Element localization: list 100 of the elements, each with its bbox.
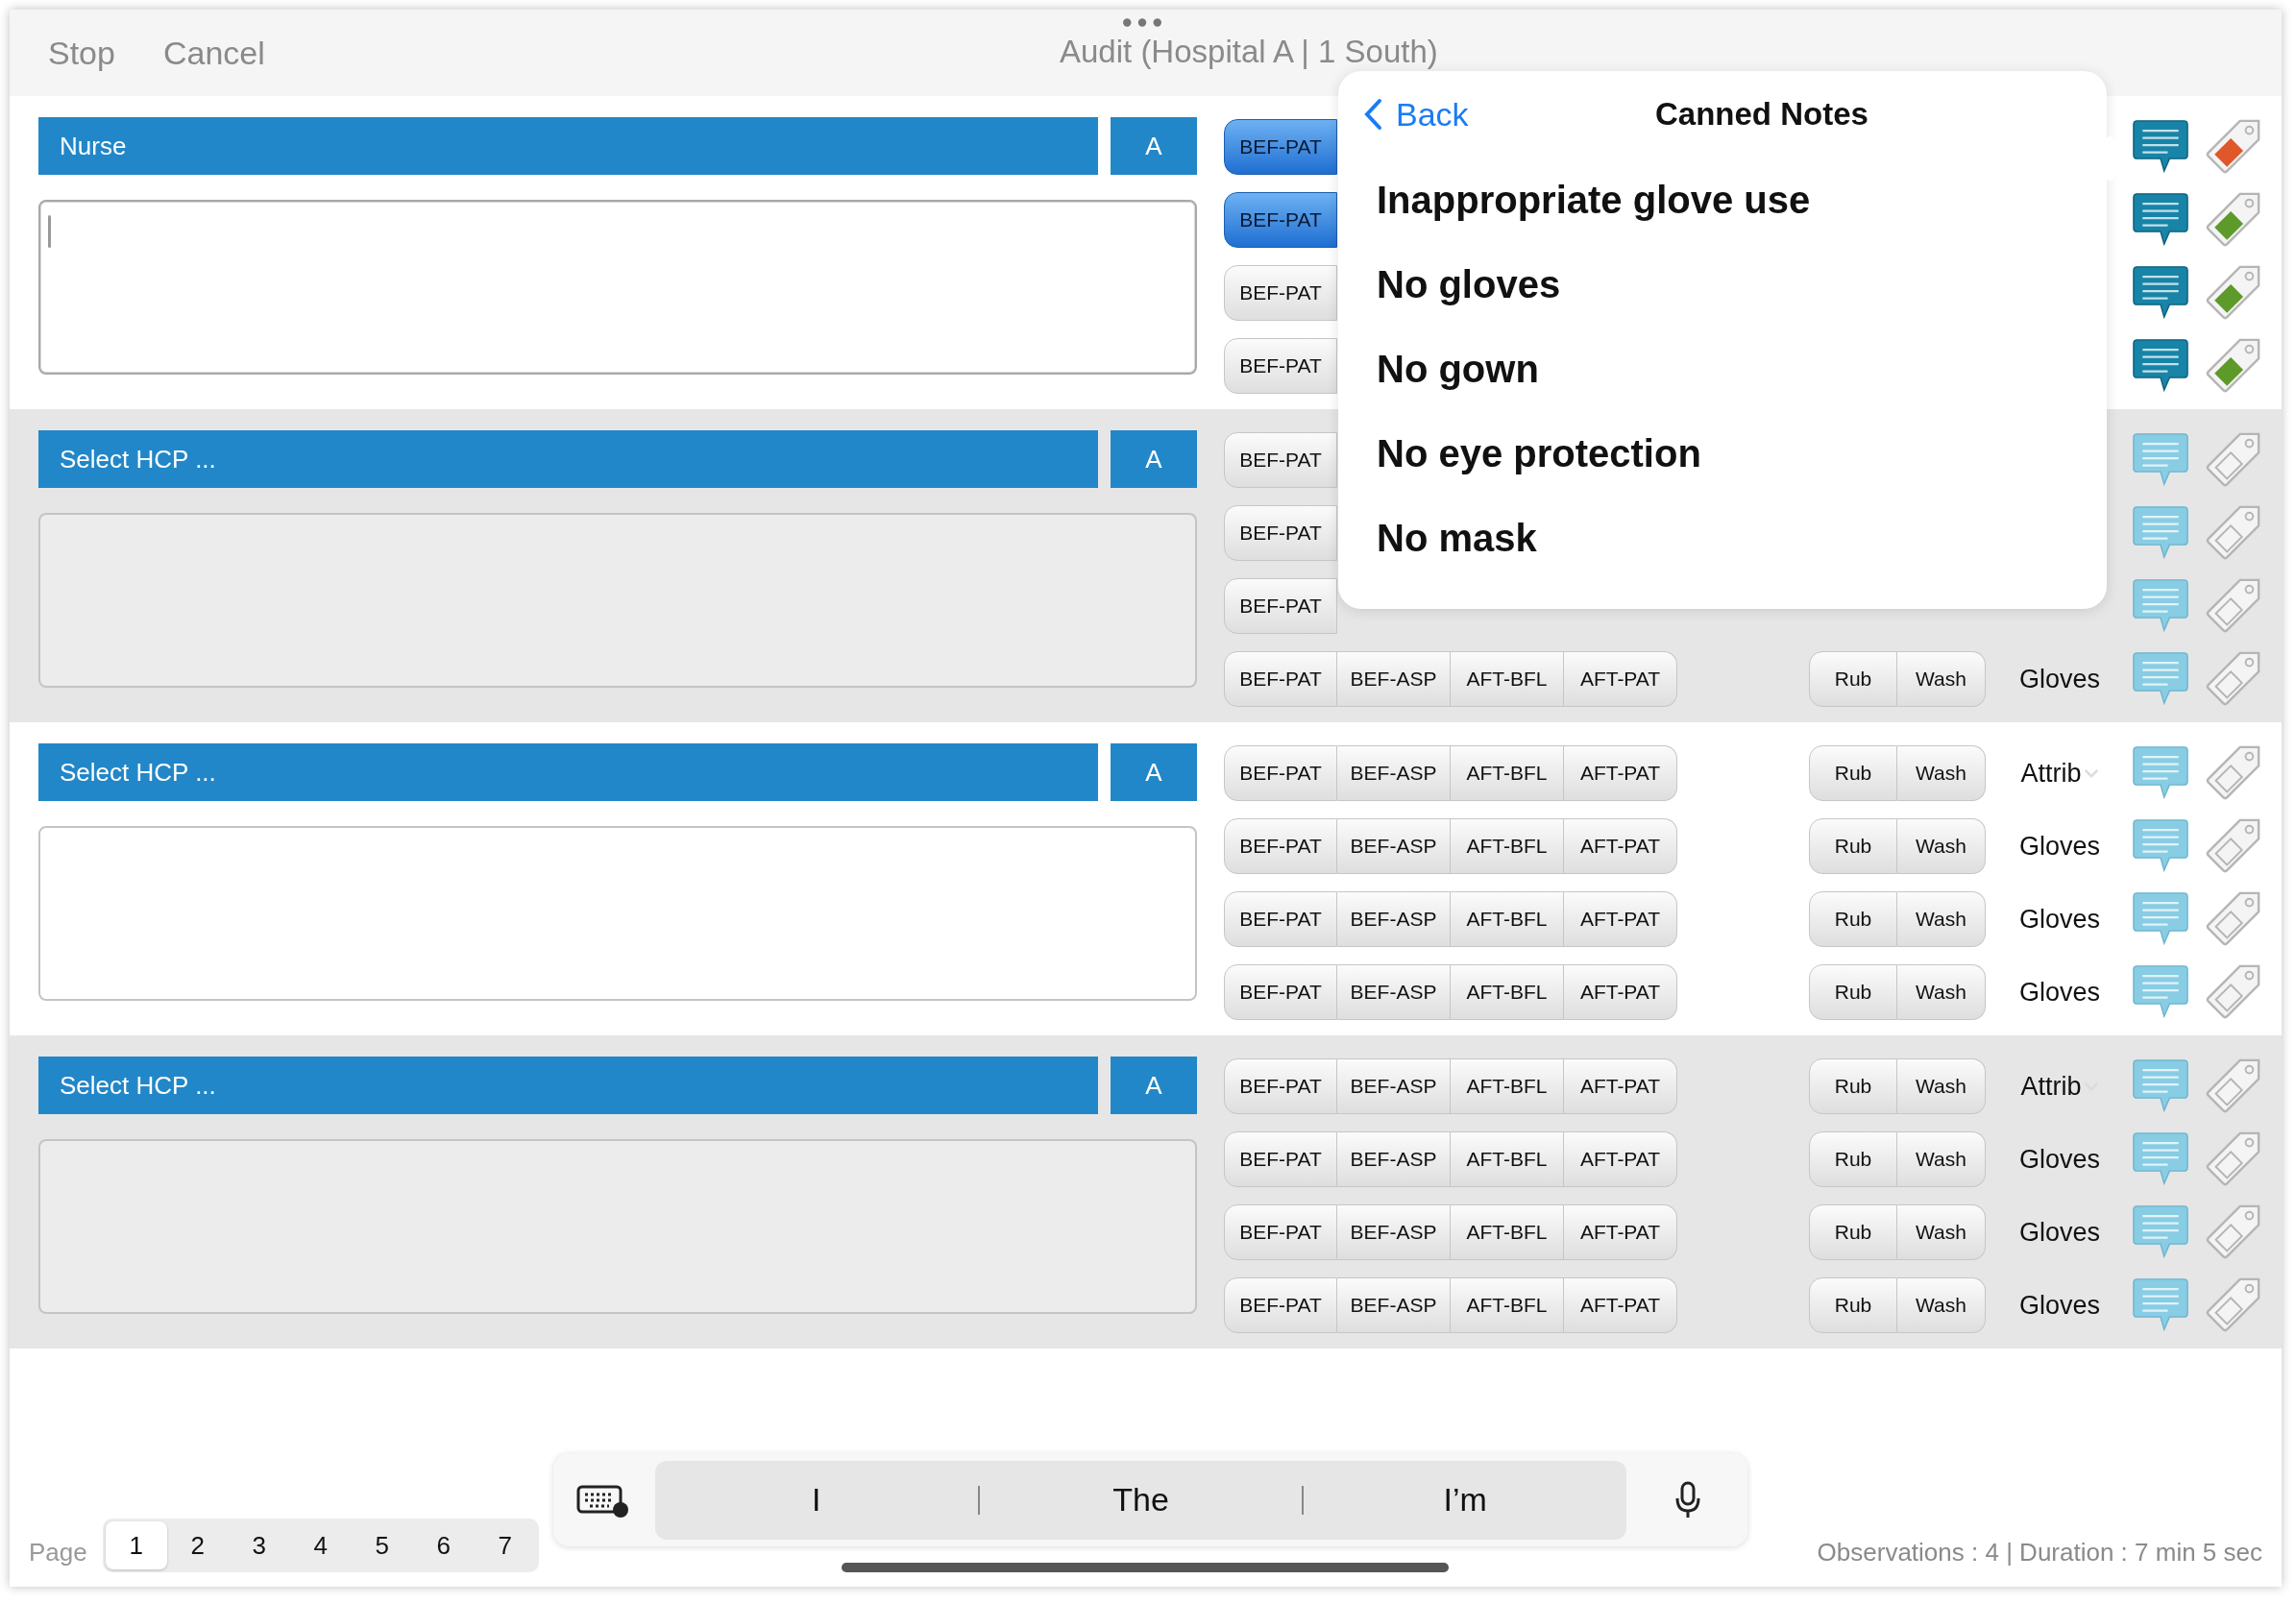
moment-button[interactable]: BEF-PAT <box>1224 505 1337 561</box>
moment-button[interactable]: BEF-ASP <box>1337 1058 1451 1114</box>
canned-note-item[interactable]: No eye protection <box>1377 411 1701 496</box>
page-button[interactable]: 1 <box>105 1521 167 1569</box>
hand-action-button[interactable]: Rub <box>1809 964 1897 1020</box>
moment-button[interactable]: BEF-PAT <box>1224 964 1337 1020</box>
hcp-selector[interactable]: Select HCP ... <box>38 430 1098 488</box>
gloves-label[interactable]: Gloves <box>2018 1144 2100 1175</box>
moment-button[interactable]: AFT-BFL <box>1451 1058 1564 1114</box>
moment-button[interactable]: AFT-PAT <box>1564 1058 1677 1114</box>
a-button[interactable]: A <box>1111 430 1197 488</box>
hand-action-button[interactable]: Wash <box>1897 891 1986 947</box>
moment-button[interactable]: BEF-PAT <box>1224 818 1337 874</box>
moment-button[interactable]: BEF-PAT <box>1224 651 1337 707</box>
moment-button[interactable]: AFT-PAT <box>1564 1131 1677 1187</box>
hand-action-button[interactable]: Wash <box>1897 1058 1986 1114</box>
gloves-label[interactable]: Gloves <box>2018 1217 2100 1248</box>
moment-button[interactable]: BEF-PAT <box>1224 338 1337 394</box>
hand-action-button[interactable]: Rub <box>1809 1277 1897 1333</box>
canned-note-item[interactable]: No mask <box>1377 496 1537 580</box>
moment-button[interactable]: AFT-BFL <box>1451 1131 1564 1187</box>
moment-button[interactable]: BEF-PAT <box>1224 432 1337 488</box>
moment-button[interactable]: BEF-PAT <box>1224 745 1337 801</box>
moment-button[interactable]: BEF-PAT <box>1224 192 1337 248</box>
canned-note-item[interactable]: No gown <box>1377 327 1539 411</box>
moment-button[interactable]: BEF-PAT <box>1224 1204 1337 1260</box>
more-dots-icon[interactable] <box>1122 17 1162 28</box>
canned-note-item[interactable]: Inappropriate glove use <box>1377 158 1811 242</box>
hand-action-button[interactable]: Wash <box>1897 1131 1986 1187</box>
gloves-label[interactable]: Gloves <box>2018 831 2100 862</box>
speech-bubble-icon[interactable] <box>2132 119 2189 175</box>
hand-action-button[interactable]: Wash <box>1897 818 1986 874</box>
hand-action-button[interactable]: Wash <box>1897 1277 1986 1333</box>
suggestion-button[interactable]: I <box>655 1470 978 1529</box>
moment-button[interactable]: BEF-PAT <box>1224 1131 1337 1187</box>
moment-button[interactable]: BEF-PAT <box>1224 1277 1337 1333</box>
moment-button[interactable]: AFT-PAT <box>1564 745 1677 801</box>
hcp-selector[interactable]: Select HCP ... <box>38 1057 1098 1114</box>
moment-button[interactable]: AFT-PAT <box>1564 1204 1677 1260</box>
page-button[interactable]: 6 <box>412 1521 475 1569</box>
hand-action-button[interactable]: Wash <box>1897 651 1986 707</box>
moment-button[interactable]: AFT-BFL <box>1451 964 1564 1020</box>
page-button[interactable]: 2 <box>166 1521 229 1569</box>
moment-button[interactable]: AFT-PAT <box>1564 818 1677 874</box>
canned-note-item[interactable]: No gloves <box>1377 242 1561 327</box>
moment-button[interactable]: BEF-PAT <box>1224 1058 1337 1114</box>
hand-action-button[interactable]: Wash <box>1897 745 1986 801</box>
moment-button[interactable]: BEF-PAT <box>1224 891 1337 947</box>
suggestion-button[interactable]: I’m <box>1304 1470 1626 1529</box>
hand-action-button[interactable]: Rub <box>1809 1131 1897 1187</box>
gloves-label[interactable]: Gloves <box>2018 977 2100 1008</box>
hcp-selector[interactable]: Nurse <box>38 117 1098 175</box>
speech-bubble-icon[interactable] <box>2132 265 2189 321</box>
notes-field[interactable] <box>38 1139 1197 1314</box>
moment-button[interactable]: BEF-ASP <box>1337 818 1451 874</box>
page-button[interactable]: 7 <box>474 1521 536 1569</box>
moment-button[interactable]: BEF-ASP <box>1337 1277 1451 1333</box>
moment-button[interactable]: BEF-PAT <box>1224 119 1337 175</box>
attrib-dropdown[interactable]: Attrib <box>2020 758 2082 789</box>
notes-field[interactable] <box>38 826 1197 1001</box>
moment-button[interactable]: BEF-ASP <box>1337 745 1451 801</box>
back-button[interactable]: Back <box>1363 95 1469 134</box>
moment-button[interactable]: BEF-ASP <box>1337 891 1451 947</box>
page-button[interactable]: 5 <box>351 1521 413 1569</box>
microphone-icon[interactable] <box>1674 1480 1701 1519</box>
a-button[interactable]: A <box>1111 117 1197 175</box>
moment-button[interactable]: AFT-BFL <box>1451 745 1564 801</box>
moment-button[interactable]: AFT-BFL <box>1451 1204 1564 1260</box>
attrib-dropdown[interactable]: Attrib <box>2020 1071 2082 1102</box>
hand-action-button[interactable]: Rub <box>1809 1058 1897 1114</box>
hcp-selector[interactable]: Select HCP ... <box>38 743 1098 801</box>
hand-action-button[interactable]: Rub <box>1809 745 1897 801</box>
moment-button[interactable]: AFT-BFL <box>1451 818 1564 874</box>
speech-bubble-icon[interactable] <box>2132 192 2189 248</box>
moment-button[interactable]: AFT-PAT <box>1564 1277 1677 1333</box>
speech-bubble-icon[interactable] <box>2132 338 2189 394</box>
page-button[interactable]: 3 <box>228 1521 290 1569</box>
moment-button[interactable]: AFT-BFL <box>1451 891 1564 947</box>
hand-action-button[interactable]: Rub <box>1809 651 1897 707</box>
moment-button[interactable]: AFT-PAT <box>1564 651 1677 707</box>
hand-action-button[interactable]: Rub <box>1809 891 1897 947</box>
moment-button[interactable]: BEF-ASP <box>1337 964 1451 1020</box>
notes-field[interactable] <box>38 513 1197 688</box>
moment-button[interactable]: AFT-BFL <box>1451 651 1564 707</box>
hand-action-button[interactable]: Rub <box>1809 1204 1897 1260</box>
page-button[interactable]: 4 <box>289 1521 352 1569</box>
moment-button[interactable]: BEF-PAT <box>1224 578 1337 634</box>
hand-action-button[interactable]: Wash <box>1897 964 1986 1020</box>
moment-button[interactable]: BEF-ASP <box>1337 1204 1451 1260</box>
hand-action-button[interactable]: Rub <box>1809 818 1897 874</box>
moment-button[interactable]: AFT-BFL <box>1451 1277 1564 1333</box>
moment-button[interactable]: BEF-PAT <box>1224 265 1337 321</box>
moment-button[interactable]: BEF-ASP <box>1337 1131 1451 1187</box>
gloves-label[interactable]: Gloves <box>2018 904 2100 935</box>
gloves-label[interactable]: Gloves <box>2018 664 2100 694</box>
a-button[interactable]: A <box>1111 1057 1197 1114</box>
suggestion-button[interactable]: The <box>979 1470 1303 1529</box>
notes-field[interactable] <box>38 200 1197 375</box>
gloves-label[interactable]: Gloves <box>2018 1290 2100 1321</box>
hand-action-button[interactable]: Wash <box>1897 1204 1986 1260</box>
